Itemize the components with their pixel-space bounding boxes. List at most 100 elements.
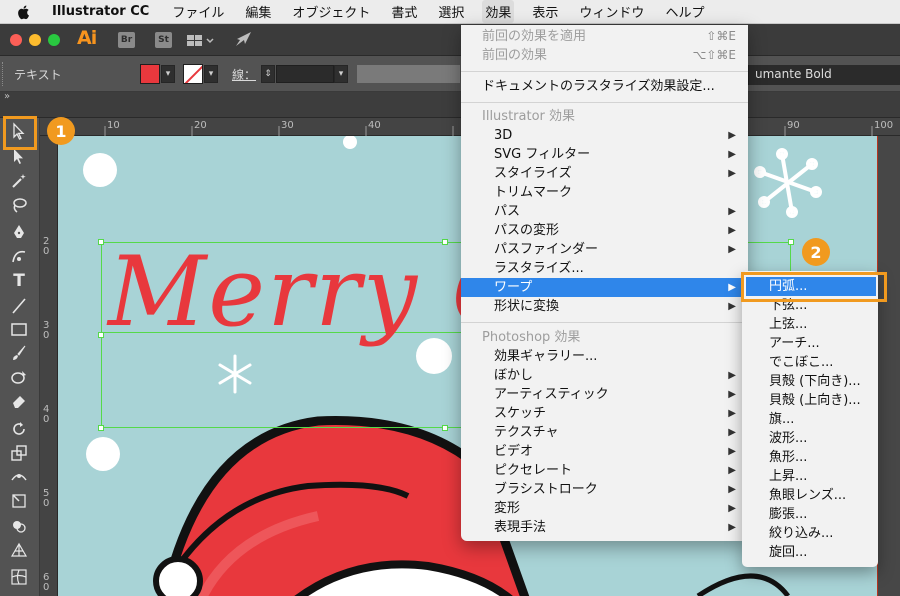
shape-builder-tool-icon[interactable] <box>8 515 30 537</box>
submenu-item-arch[interactable]: アーチ... <box>742 334 878 353</box>
stroke-weight-stepper[interactable]: ⇕ <box>261 65 275 83</box>
fill-color-swatch[interactable] <box>140 64 160 84</box>
close-window-button[interactable] <box>10 34 22 46</box>
menu-item-apply-last-effect[interactable]: 前回の効果を適用 ⇧⌘E <box>461 27 748 46</box>
submenu-item-arc-upper[interactable]: 上弦... <box>742 315 878 334</box>
expand-panel-icon[interactable]: » <box>4 91 10 102</box>
stroke-dropdown[interactable]: ▾ <box>204 65 218 83</box>
width-tool-icon[interactable] <box>8 466 30 488</box>
eraser-tool-icon[interactable] <box>8 390 30 412</box>
menu-item-stylize-ps[interactable]: 表現手法 ▶ <box>461 518 748 537</box>
font-family-field[interactable]: umante Bold <box>748 65 900 85</box>
menu-item-last-effect[interactable]: 前回の効果 ⌥⇧⌘E <box>461 46 748 65</box>
menu-item-pixelate[interactable]: ピクセレート ▶ <box>461 461 748 480</box>
menu-item-label: 変形 <box>494 501 521 516</box>
stroke-weight-label: 線： <box>232 68 257 82</box>
submenu-item-bulge[interactable]: でこぼこ... <box>742 353 878 372</box>
menu-item-texture[interactable]: テクスチャ ▶ <box>461 423 748 442</box>
minimize-window-button[interactable] <box>29 34 41 46</box>
submenu-item-fisheye[interactable]: 魚眼レンズ... <box>742 486 878 505</box>
rotate-tool-icon[interactable] <box>8 418 30 440</box>
fill-dropdown[interactable]: ▾ <box>161 65 175 83</box>
scale-tool-icon[interactable] <box>8 442 30 464</box>
menu-item-artistic[interactable]: アーティスティック ▶ <box>461 385 748 404</box>
menu-item-trim-marks[interactable]: トリムマーク <box>461 183 748 202</box>
menu-item-rasterize-settings[interactable]: ドキュメントのラスタライズ効果設定... <box>461 77 748 96</box>
submenu-item-shell-upper[interactable]: 貝殻 (上向き)... <box>742 391 878 410</box>
ruler-tick-40: 40 <box>368 120 381 131</box>
menu-separator <box>461 71 748 72</box>
menu-item-3d[interactable]: 3D ▶ <box>461 126 748 145</box>
lasso-tool-icon[interactable] <box>8 194 30 216</box>
menu-item-brush-strokes[interactable]: ブラシストローク ▶ <box>461 480 748 499</box>
menu-item-svg-filter[interactable]: SVG フィルター ▶ <box>461 145 748 164</box>
curvature-tool-icon[interactable] <box>8 245 30 267</box>
menu-window[interactable]: ウィンドウ <box>576 0 647 23</box>
submenu-item-rise[interactable]: 上昇... <box>742 467 878 486</box>
menu-item-warp[interactable]: ワープ ▶ <box>461 278 748 297</box>
menu-effect[interactable]: 効果 <box>482 0 515 23</box>
menu-file[interactable]: ファイル <box>169 0 227 23</box>
menu-item-label: パス <box>494 204 521 219</box>
pasteboard-area <box>877 136 900 596</box>
selection-handle-tr[interactable] <box>788 239 794 245</box>
app-menu[interactable]: Illustrator CC <box>52 4 149 19</box>
menu-item-blur[interactable]: ぼかし ▶ <box>461 366 748 385</box>
menu-item-sketch[interactable]: スケッチ ▶ <box>461 404 748 423</box>
magic-wand-tool-icon[interactable] <box>8 170 30 192</box>
type-tool-icon[interactable]: T <box>8 270 30 292</box>
stock-button[interactable]: St <box>155 32 172 48</box>
ruler-vtick-6b: 0 <box>43 582 50 593</box>
pen-tool-icon[interactable] <box>8 221 30 243</box>
selection-handle-bc[interactable] <box>442 425 448 431</box>
menu-item-effect-gallery[interactable]: 効果ギャラリー... <box>461 347 748 366</box>
variable-width-profile[interactable] <box>357 65 460 83</box>
line-segment-tool-icon[interactable] <box>8 295 30 317</box>
free-transform-tool-icon[interactable] <box>8 490 30 512</box>
rectangle-tool-icon[interactable] <box>8 318 30 340</box>
gpu-performance-icon[interactable] <box>234 30 254 52</box>
control-bar-grip[interactable] <box>2 62 4 86</box>
selection-handle-bl[interactable] <box>98 425 104 431</box>
menu-item-distort[interactable]: 変形 ▶ <box>461 499 748 518</box>
menu-type[interactable]: 書式 <box>388 0 420 23</box>
shaper-tool-icon[interactable] <box>8 366 30 388</box>
submenu-item-shell-lower[interactable]: 貝殻 (下向き)... <box>742 372 878 391</box>
menu-item-distort-transform[interactable]: パスの変形 ▶ <box>461 221 748 240</box>
submenu-item-fish[interactable]: 魚形... <box>742 448 878 467</box>
shortcut-text: ⌥⇧⌘E <box>692 48 736 62</box>
bridge-button[interactable]: Br <box>118 32 135 48</box>
submenu-item-twist[interactable]: 旋回... <box>742 543 878 562</box>
arrange-documents-icon[interactable] <box>187 33 215 52</box>
submenu-arrow-icon: ▶ <box>728 282 736 293</box>
stroke-weight-input[interactable] <box>276 65 334 83</box>
submenu-arrow-icon: ▶ <box>728 130 736 141</box>
mesh-tool-icon[interactable] <box>8 566 30 588</box>
menu-item-stylize[interactable]: スタイライズ ▶ <box>461 164 748 183</box>
vertical-ruler[interactable]: 2 0 3 0 4 0 5 0 6 0 <box>40 136 58 596</box>
apple-icon[interactable] <box>16 4 32 20</box>
submenu-item-flag[interactable]: 旗... <box>742 410 878 429</box>
stroke-weight-dropdown[interactable]: ▾ <box>334 65 348 83</box>
menu-item-video[interactable]: ビデオ ▶ <box>461 442 748 461</box>
paintbrush-tool-icon[interactable] <box>8 342 30 364</box>
menu-help[interactable]: ヘルプ <box>662 0 707 23</box>
submenu-item-wave[interactable]: 波形... <box>742 429 878 448</box>
menu-select[interactable]: 選択 <box>435 0 467 23</box>
perspective-grid-tool-icon[interactable] <box>8 539 30 561</box>
menu-item-rasterize[interactable]: ラスタライズ... <box>461 259 748 278</box>
menu-item-pathfinder[interactable]: パスファインダー ▶ <box>461 240 748 259</box>
menu-edit[interactable]: 編集 <box>242 0 274 23</box>
submenu-arrow-icon: ▶ <box>728 168 736 179</box>
menu-view[interactable]: 表示 <box>529 0 561 23</box>
menu-item-path[interactable]: パス ▶ <box>461 202 748 221</box>
submenu-item-inflate[interactable]: 膨張... <box>742 505 878 524</box>
zoom-window-button[interactable] <box>48 34 60 46</box>
ruler-tick-100: 100 <box>874 120 894 131</box>
selection-handle-tl[interactable] <box>98 239 104 245</box>
menu-object[interactable]: オブジェクト <box>289 0 373 23</box>
submenu-item-squeeze[interactable]: 絞り込み... <box>742 524 878 543</box>
stroke-color-swatch[interactable] <box>183 64 203 84</box>
menu-item-convert-to-shape[interactable]: 形状に変換 ▶ <box>461 297 748 316</box>
section-header: Photoshop 効果 <box>482 330 581 345</box>
